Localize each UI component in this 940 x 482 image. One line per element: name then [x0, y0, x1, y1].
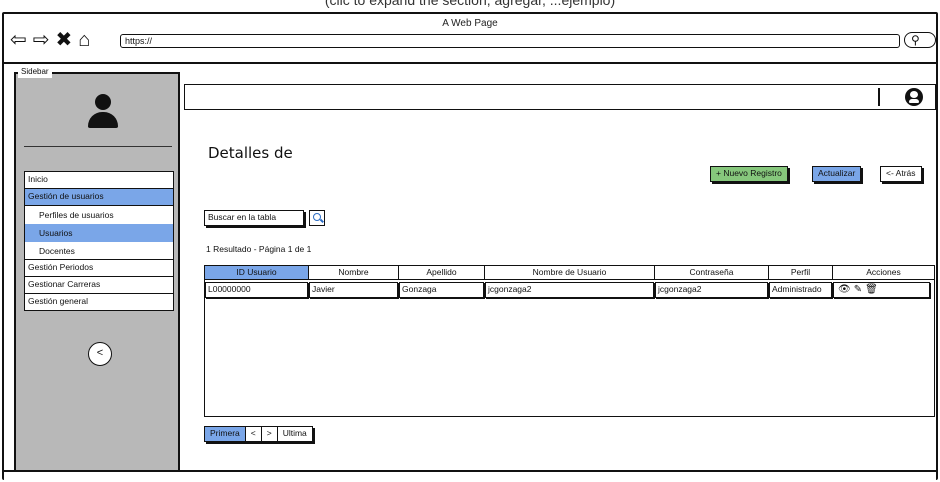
back-arrow-icon[interactable]: ⇦	[10, 30, 27, 50]
caption-text: (clic to expand the section, agregar, ..…	[324, 0, 616, 8]
sidebar-menu: Inicio Gestión de usuarios Perfiles de usu…	[24, 171, 174, 311]
column-header-2[interactable]: Apellido	[399, 266, 485, 280]
users-table: ID Usuario Nombre Apellido Nombre de Usuari…	[204, 265, 935, 417]
browser-window: A Web Page ⇦ ⇨ ✖ ⌂ https:// ⚲ Sidebar In…	[2, 12, 938, 480]
sidebar-item-6[interactable]: Gestionar Carreras	[24, 276, 174, 294]
sidebar-item-0[interactable]: Inicio	[24, 171, 174, 189]
table-cell-3: jcgonzaga2	[485, 282, 654, 298]
table-cell-0: L00000000	[205, 282, 308, 298]
edit-icon[interactable]: ✎	[854, 284, 862, 296]
search-icon[interactable]	[309, 210, 325, 226]
column-header-5[interactable]: Perfil	[769, 266, 833, 280]
back-button[interactable]: <- Atrás	[880, 166, 922, 182]
page-title: Detalles de	[208, 144, 293, 162]
top-bar	[184, 84, 936, 110]
sidebar: Sidebar Inicio Gestión de usuarios Perfile…	[14, 66, 180, 479]
pager-button-2[interactable]: >	[261, 427, 278, 441]
sidebar-item-4[interactable]: Docentes	[24, 242, 174, 260]
search-input[interactable]: Buscar en la tabla	[204, 210, 304, 226]
sidebar-item-3[interactable]: Usuarios	[24, 224, 174, 242]
sidebar-item-5[interactable]: Gestión Periodos	[24, 259, 174, 277]
pagination: Primera < > Ultima	[204, 426, 313, 442]
user-account-icon[interactable]	[905, 88, 923, 106]
browser-titlebar: A Web Page ⇦ ⇨ ✖ ⌂ https:// ⚲	[4, 14, 936, 64]
table-cell-1: Javier	[309, 282, 398, 298]
nav-icons: ⇦ ⇨ ✖ ⌂	[10, 28, 90, 52]
forward-arrow-icon[interactable]: ⇨	[33, 30, 50, 50]
table-cell-5: Administrado	[769, 282, 832, 298]
trash-icon[interactable]: 🗑	[865, 284, 878, 296]
avatar-icon	[88, 94, 118, 130]
sidebar-divider	[24, 146, 172, 147]
column-header-4[interactable]: Contraseña	[655, 266, 769, 280]
close-x-icon[interactable]: ✖	[56, 30, 73, 50]
result-count: 1 Resultado - Página 1 de 1	[206, 244, 312, 254]
sidebar-item-7[interactable]: Gestión general	[24, 293, 174, 311]
table-cell-4: jcgonzaga2	[655, 282, 768, 298]
table-row[interactable]: L00000000 Javier Gonzaga jcgonzaga2 jcgonzag…	[205, 282, 934, 298]
collapse-button[interactable]: <	[88, 342, 112, 366]
column-header-3[interactable]: Nombre de Usuario	[485, 266, 655, 280]
new-record-button[interactable]: + Nuevo Registro	[710, 166, 788, 182]
top-caption: (clic to expand the section, agregar, ..…	[0, 0, 940, 12]
column-header-0[interactable]: ID Usuario	[205, 266, 309, 280]
topbar-separator	[878, 88, 880, 106]
pager-button-1[interactable]: <	[245, 427, 262, 441]
table-header: ID Usuario Nombre Apellido Nombre de Usuari…	[205, 266, 934, 280]
sidebar-legend: Sidebar	[18, 66, 52, 78]
pager-button-0[interactable]: Primera	[205, 427, 246, 441]
url-field[interactable]: https://	[120, 34, 900, 48]
window-footer	[4, 470, 936, 480]
column-header-6[interactable]: Acciones	[833, 266, 934, 280]
column-header-1[interactable]: Nombre	[309, 266, 399, 280]
window-title: A Web Page	[442, 18, 498, 29]
pager-button-3[interactable]: Ultima	[277, 427, 312, 441]
sidebar-item-2[interactable]: Perfiles de usuarios	[24, 206, 174, 224]
refresh-button[interactable]: Actualizar	[812, 166, 862, 182]
table-cell-2: Gonzaga	[399, 282, 484, 298]
eye-icon[interactable]: 👁	[838, 284, 851, 296]
actions-cell: 👁 ✎ 🗑	[833, 282, 930, 298]
sidebar-item-1[interactable]: Gestión de usuarios	[24, 188, 174, 206]
browser-search-icon[interactable]: ⚲	[904, 32, 936, 48]
home-icon[interactable]: ⌂	[78, 30, 90, 50]
